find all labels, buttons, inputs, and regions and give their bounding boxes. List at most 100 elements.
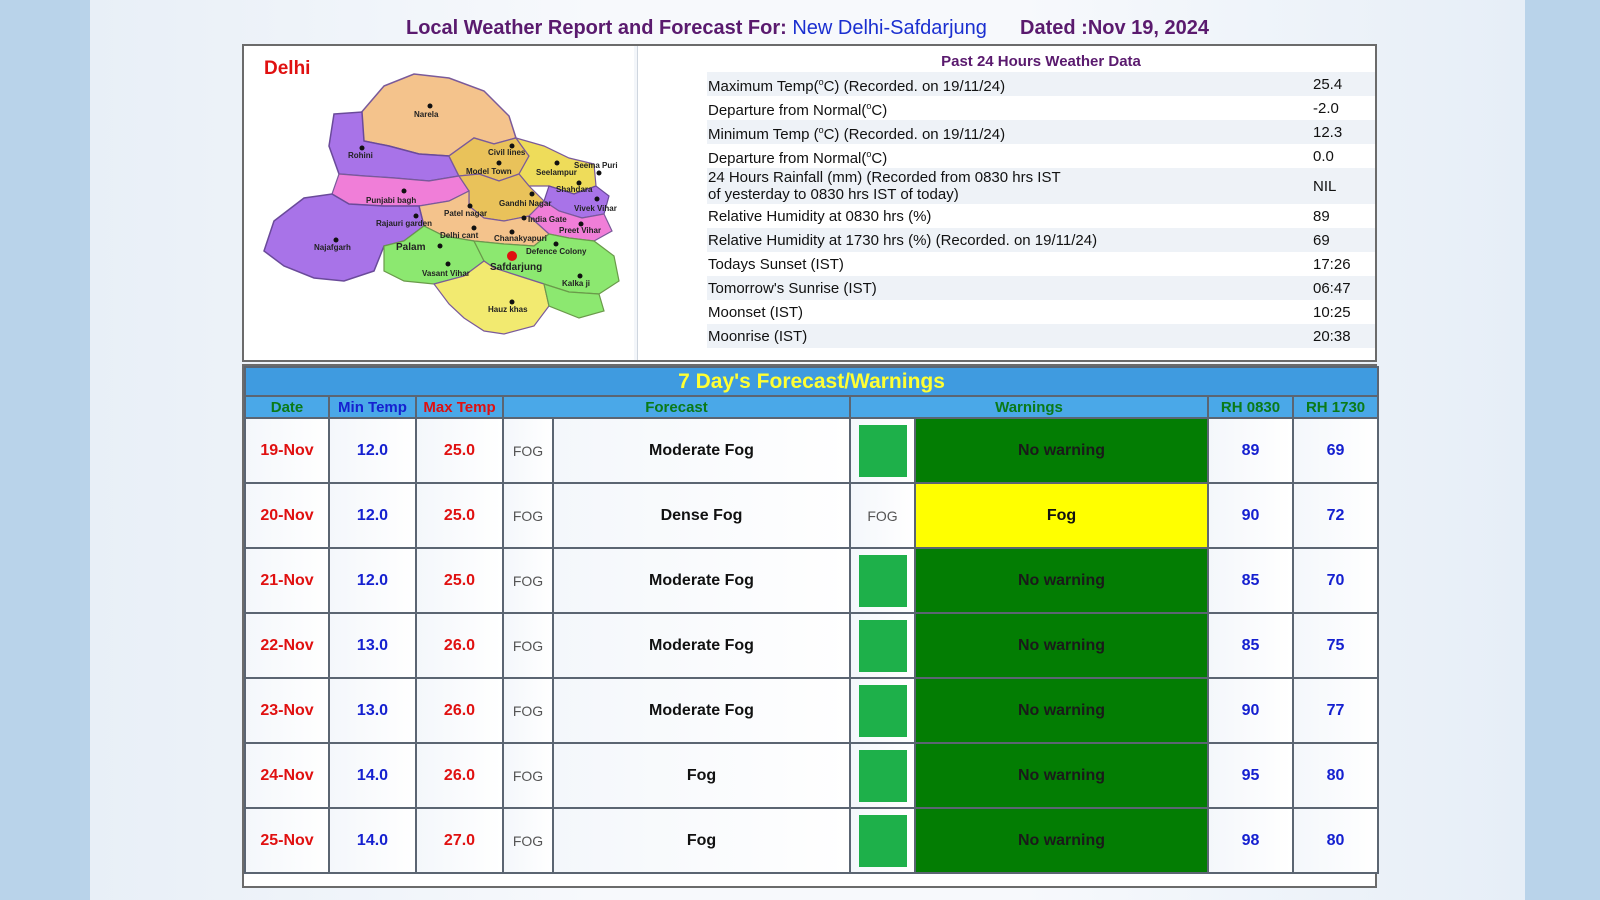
data-row-rainfall: 24 Hours Rainfall (mm) (Recorded from 08… — [707, 168, 1375, 204]
warning-color-swatch — [858, 424, 907, 477]
forecast-min-temp: 13.0 — [328, 677, 417, 744]
row-label: Relative Humidity at 0830 hrs (%) — [708, 207, 932, 225]
svg-text:Rohini: Rohini — [348, 151, 373, 160]
warning-text: No warning — [914, 677, 1209, 744]
forecast-max-temp: 25.0 — [415, 547, 504, 614]
forecast-min-temp: 13.0 — [328, 612, 417, 679]
district-map-image: Narela Rohini Civil lines Model Town See… — [263, 73, 620, 335]
forecast-text: Dense Fog — [552, 482, 851, 549]
warning-text: No warning — [914, 547, 1209, 614]
forecast-max-temp: 26.0 — [415, 742, 504, 809]
svg-text:Model Town: Model Town — [466, 167, 512, 176]
page-title: Local Weather Report and Forecast For: N… — [90, 17, 1525, 40]
forecast-rh-0830: 90 — [1207, 677, 1294, 744]
svg-text:Shahdara: Shahdara — [556, 185, 593, 194]
svg-text:Safdarjung: Safdarjung — [490, 262, 542, 273]
row-label: Moonrise (IST) — [708, 327, 808, 345]
row-value: 12.3 — [1313, 123, 1343, 141]
row-label: Tomorrow's Sunrise (IST) — [708, 279, 877, 297]
forecast-code: FOG — [502, 482, 554, 549]
data-row-moonset: Moonset (IST) 10:25 — [707, 300, 1375, 324]
forecast-min-temp: 12.0 — [328, 482, 417, 549]
warning-swatch-cell — [849, 807, 916, 874]
warning-text: No warning — [914, 742, 1209, 809]
col-warnings: Warnings — [849, 395, 1209, 419]
forecast-min-temp: 12.0 — [328, 547, 417, 614]
past-24-hours-panel: Past 24 Hours Weather Data Maximum Temp(… — [707, 46, 1375, 360]
warning-swatch-cell — [849, 417, 916, 484]
svg-text:Kalka ji: Kalka ji — [562, 279, 590, 288]
row-label: Departure from Normal(oC) — [708, 100, 888, 119]
data-row-sunrise: Tomorrow's Sunrise (IST) 06:47 — [707, 276, 1375, 300]
svg-text:Vivek Vihar: Vivek Vihar — [574, 204, 617, 213]
past-24-heading: Past 24 Hours Weather Data — [941, 53, 1141, 70]
row-value: 89 — [1313, 207, 1330, 225]
svg-text:Delhi cant: Delhi cant — [440, 231, 479, 240]
svg-text:Palam: Palam — [396, 242, 426, 253]
forecast-code: FOG — [502, 677, 554, 744]
svg-text:Narela: Narela — [414, 110, 439, 119]
station-name: New Delhi-Safdarjung — [792, 17, 987, 39]
forecast-header-row: Date Min Temp Max Temp Forecast Warnings… — [244, 395, 1380, 419]
row-label: Todays Sunset (IST) — [708, 255, 844, 273]
col-max-temp: Max Temp — [415, 395, 504, 419]
warning-color-swatch — [858, 554, 907, 607]
forecast-rh-1730: 75 — [1291, 612, 1380, 679]
forecast-date: 24-Nov — [244, 742, 330, 809]
col-date: Date — [244, 395, 330, 419]
row-label: Maximum Temp(oC) (Recorded. on 19/11/24) — [708, 76, 1006, 95]
forecast-row: 21-Nov 12.0 25.0 FOG Moderate Fog No warning 8… — [244, 547, 1380, 614]
data-row-sunset: Todays Sunset (IST) 17:26 — [707, 252, 1375, 276]
forecast-rh-1730: 80 — [1291, 742, 1380, 809]
forecast-code: FOG — [502, 612, 554, 679]
col-min-temp: Min Temp — [328, 395, 417, 419]
report-page: Local Weather Report and Forecast For: N… — [90, 0, 1525, 900]
forecast-code: FOG — [502, 417, 554, 484]
forecast-rh-0830: 98 — [1207, 807, 1294, 874]
warning-text: No warning — [914, 807, 1209, 874]
forecast-row: 19-Nov 12.0 25.0 FOG Moderate Fog No warning 8… — [244, 417, 1380, 484]
svg-text:Hauz khas: Hauz khas — [488, 305, 528, 314]
forecast-max-temp: 26.0 — [415, 612, 504, 679]
forecast-row: 25-Nov 14.0 27.0 FOG Fog No warning 98 80 — [244, 807, 1380, 874]
warning-text: No warning — [914, 612, 1209, 679]
data-row-moonrise: Moonrise (IST) 20:38 — [707, 324, 1375, 348]
data-row-min-departure: Departure from Normal(oC) 0.0 — [707, 144, 1375, 168]
forecast-min-temp: 12.0 — [328, 417, 417, 484]
summary-box: Delhi Narela Rohini Civil lines Model To… — [242, 44, 1377, 362]
forecast-rh-1730: 69 — [1291, 417, 1380, 484]
forecast-row: 20-Nov 12.0 25.0 FOG Dense Fog FOG Fog 90 72 — [244, 482, 1380, 549]
svg-text:Najafgarh: Najafgarh — [314, 243, 351, 252]
forecast-rh-0830: 90 — [1207, 482, 1294, 549]
warning-text: Fog — [914, 482, 1209, 549]
svg-text:Preet Vihar: Preet Vihar — [559, 226, 601, 235]
forecast-text: Moderate Fog — [552, 547, 851, 614]
warning-swatch-cell — [849, 742, 916, 809]
data-row-max-departure: Departure from Normal(oC) -2.0 — [707, 96, 1375, 120]
forecast-code: FOG — [502, 742, 554, 809]
forecast-date: 21-Nov — [244, 547, 330, 614]
svg-text:India Gate: India Gate — [528, 215, 567, 224]
row-value: 10:25 — [1313, 303, 1351, 321]
title-prefix: Local Weather Report and Forecast For: — [405, 17, 787, 39]
data-row-rh-0830: Relative Humidity at 0830 hrs (%) 89 — [707, 204, 1375, 228]
forecast-title: 7 Day's Forecast/Warnings — [243, 366, 1380, 397]
svg-text:Seema Puri: Seema Puri — [574, 161, 618, 170]
forecast-rh-1730: 77 — [1291, 677, 1380, 744]
col-rh-1730: RH 1730 — [1291, 395, 1380, 419]
forecast-date: 19-Nov — [244, 417, 330, 484]
forecast-rh-1730: 80 — [1291, 807, 1380, 874]
row-label: Minimum Temp (oC) (Recorded. on 19/11/24… — [708, 124, 1006, 143]
warning-color-swatch — [858, 684, 907, 737]
svg-text:Defence Colony: Defence Colony — [526, 247, 587, 256]
col-forecast: Forecast — [502, 395, 851, 419]
svg-text:Civil lines: Civil lines — [488, 148, 526, 157]
forecast-rh-1730: 70 — [1291, 547, 1380, 614]
forecast-rh-0830: 95 — [1207, 742, 1294, 809]
row-value: -2.0 — [1313, 99, 1339, 117]
svg-text:Gandhi Nagar: Gandhi Nagar — [499, 199, 551, 208]
forecast-text: Moderate Fog — [552, 612, 851, 679]
warning-swatch-cell — [849, 547, 916, 614]
forecast-min-temp: 14.0 — [328, 807, 417, 874]
delhi-map: Delhi Narela Rohini Civil lines Model To… — [244, 46, 638, 360]
